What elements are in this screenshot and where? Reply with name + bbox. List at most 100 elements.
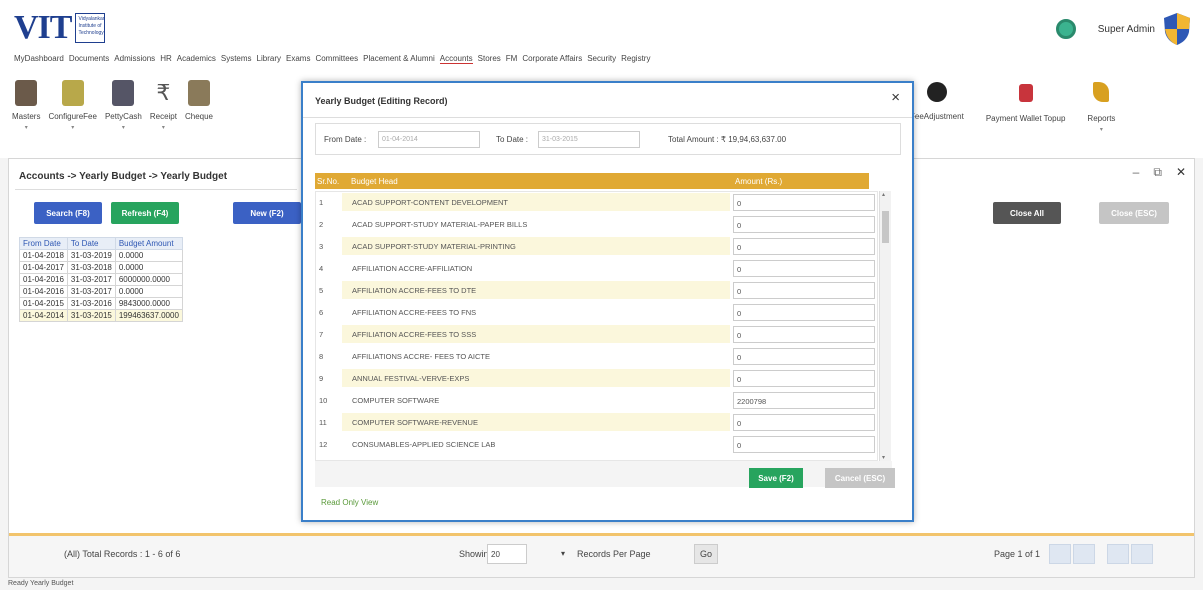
toolbar-right: FeeAdjustment Payment Wallet Topup Repor… [910, 74, 1123, 133]
menu-item-exams[interactable]: Exams [286, 54, 310, 64]
close-all-button[interactable]: Close All [993, 202, 1061, 224]
menu-item-admissions[interactable]: Admissions [114, 54, 155, 64]
table-cell: 9843000.0000 [114, 297, 183, 310]
refresh-button[interactable]: Refresh (F4) [111, 202, 179, 224]
first-page-button[interactable] [1049, 544, 1071, 564]
scroll-up-icon[interactable]: ▴ [882, 191, 885, 198]
menu-item-security[interactable]: Security [587, 54, 616, 64]
budget-row: 4 AFFILIATION ACCRE-AFFILIATION 0 [316, 258, 877, 278]
column-budget-amount[interactable]: Budget Amount [114, 237, 183, 250]
toolbar-payment-wallet-topup[interactable]: Payment Wallet Topup [986, 74, 1065, 123]
column-sr-no: Sr.No. [317, 177, 340, 186]
close-esc-button[interactable]: Close (ESC) [1099, 202, 1169, 224]
budget-row: 8 AFFILIATIONS ACCRE- FEES TO AICTE 0 [316, 346, 877, 366]
chevron-down-icon[interactable]: ▾ [561, 549, 565, 558]
table-row[interactable]: 01-04-2014 31-03-2015 199463637.0000 [19, 309, 183, 322]
amount-input[interactable]: 0 [733, 282, 875, 299]
column-from-date[interactable]: From Date [19, 237, 68, 250]
logo-subtitle: Vidyalankar Institute of Technology [75, 13, 106, 43]
amount-input[interactable]: 2200798 [733, 392, 875, 409]
rupee-icon: ₹ [156, 80, 171, 105]
breadcrumb: Accounts -> Yearly Budget -> Yearly Budg… [19, 171, 228, 182]
menu-item-placement-alumni[interactable]: Placement & Alumni [363, 54, 435, 64]
toolbar-petty-cash[interactable]: PettyCash ▾ [105, 74, 142, 148]
scrollbar-thumb[interactable] [882, 211, 889, 243]
menu-item-corporate-affairs[interactable]: Corporate Affairs [522, 54, 582, 64]
configure-fee-icon [61, 80, 84, 106]
row-number: 12 [319, 440, 328, 449]
page-size-select[interactable]: 20 [487, 544, 527, 564]
new-button[interactable]: New (F2) [233, 202, 301, 224]
amount-input[interactable]: 0 [733, 326, 875, 343]
menu-item-accounts[interactable]: Accounts [439, 54, 473, 64]
table-row[interactable]: 01-04-2017 31-03-2018 0.0000 [19, 261, 183, 274]
toolbar-reports[interactable]: Reports ▾ [1087, 74, 1115, 133]
amount-input[interactable]: 0 [733, 304, 875, 321]
menu-item-committees[interactable]: Committees [315, 54, 358, 64]
menu-item-stores[interactable]: Stores [478, 54, 501, 64]
budget-head-name: AFFILIATIONS ACCRE- FEES TO AICTE [352, 352, 490, 361]
menu-item-library[interactable]: Library [257, 54, 281, 64]
menu-item-academics[interactable]: Academics [177, 54, 216, 64]
restore-icon[interactable]: ⧉ [1153, 165, 1162, 180]
cancel-button[interactable]: Cancel (ESC) [825, 468, 895, 488]
amount-input[interactable]: 0 [733, 260, 875, 277]
menu-item-documents[interactable]: Documents [69, 54, 109, 64]
chevron-down-icon: ▾ [1099, 127, 1103, 133]
toolbar-configure-fee[interactable]: ConfigureFee ▾ [48, 74, 97, 148]
table-row[interactable]: 01-04-2018 31-03-2019 0.0000 [19, 249, 183, 262]
menu-item-systems[interactable]: Systems [221, 54, 252, 64]
to-date-field[interactable]: 31-03-2015 [538, 131, 640, 148]
yearly-budget-dialog: Yearly Budget (Editing Record) × From Da… [301, 81, 914, 522]
menu-item-registry[interactable]: Registry [621, 54, 650, 64]
records-per-page-label: Records Per Page [577, 549, 651, 559]
minimize-icon[interactable]: – [1133, 165, 1140, 180]
table-row[interactable]: 01-04-2016 31-03-2017 6000000.0000 [19, 273, 183, 286]
toolbar-cheque[interactable]: Cheque [185, 74, 213, 148]
petty-cash-label: PettyCash [104, 112, 142, 121]
amount-input[interactable]: 0 [733, 238, 875, 255]
table-row[interactable]: 01-04-2016 31-03-2017 0.0000 [19, 285, 183, 298]
amount-input[interactable]: 0 [733, 436, 875, 453]
budget-head-name: AFFILIATION ACCRE-FEES TO SSS [342, 325, 730, 343]
save-button[interactable]: Save (F2) [749, 468, 803, 488]
table-cell: 0.0000 [114, 285, 183, 298]
scroll-down-icon[interactable]: ▾ [882, 454, 885, 461]
budget-row: 12 CONSUMABLES-APPLIED SCIENCE LAB 0 [316, 434, 877, 454]
budget-head-name: ACAD SUPPORT-STUDY MATERIAL-PRINTING [342, 237, 730, 255]
amount-input[interactable]: 0 [733, 414, 875, 431]
go-button[interactable]: Go [694, 544, 718, 564]
table-cell: 31-03-2016 [66, 297, 116, 310]
amount-input[interactable]: 0 [733, 216, 875, 233]
next-page-button[interactable] [1107, 544, 1129, 564]
column-budget-head: Budget Head [351, 177, 398, 186]
toolbar-fee-adjustment[interactable]: FeeAdjustment [910, 74, 964, 121]
toolbar-masters[interactable]: Masters ▾ [12, 74, 40, 148]
table-cell: 01-04-2018 [19, 249, 68, 262]
budget-head-name: ACAD SUPPORT-STUDY MATERIAL-PAPER BILLS [352, 220, 528, 229]
prev-page-button[interactable] [1073, 544, 1095, 564]
column-to-date[interactable]: To Date [66, 237, 116, 250]
amount-input[interactable]: 0 [733, 194, 875, 211]
status-bar: Ready Yearly Budget [8, 580, 74, 587]
close-icon[interactable]: × [891, 89, 900, 106]
table-row[interactable]: 01-04-2015 31-03-2016 9843000.0000 [19, 297, 183, 310]
user-name[interactable]: Super Admin [1098, 24, 1155, 35]
menu-item-mydashboard[interactable]: MyDashboard [14, 54, 64, 64]
search-button[interactable]: Search (F8) [34, 202, 102, 224]
amount-input[interactable]: 0 [733, 348, 875, 365]
from-date-field[interactable]: 01-04-2014 [378, 131, 480, 148]
close-icon[interactable]: ✕ [1176, 165, 1186, 180]
last-page-button[interactable] [1131, 544, 1153, 564]
masters-icon [15, 80, 38, 106]
menu-item-hr[interactable]: HR [160, 54, 172, 64]
logo-text: VIT [14, 9, 72, 46]
menu-item-fm[interactable]: FM [506, 54, 518, 64]
budget-row: 2 ACAD SUPPORT-STUDY MATERIAL-PAPER BILLS… [316, 214, 877, 234]
toolbar-receipt[interactable]: ₹ Receipt ▾ [150, 74, 177, 148]
total-records: (All) Total Records : 1 - 6 of 6 [64, 549, 181, 559]
grid-scrollbar[interactable]: ▴ ▾ [879, 191, 891, 461]
from-date-label: From Date : [324, 135, 367, 144]
read-only-view-link[interactable]: Read Only View [321, 498, 378, 507]
amount-input[interactable]: 0 [733, 370, 875, 387]
